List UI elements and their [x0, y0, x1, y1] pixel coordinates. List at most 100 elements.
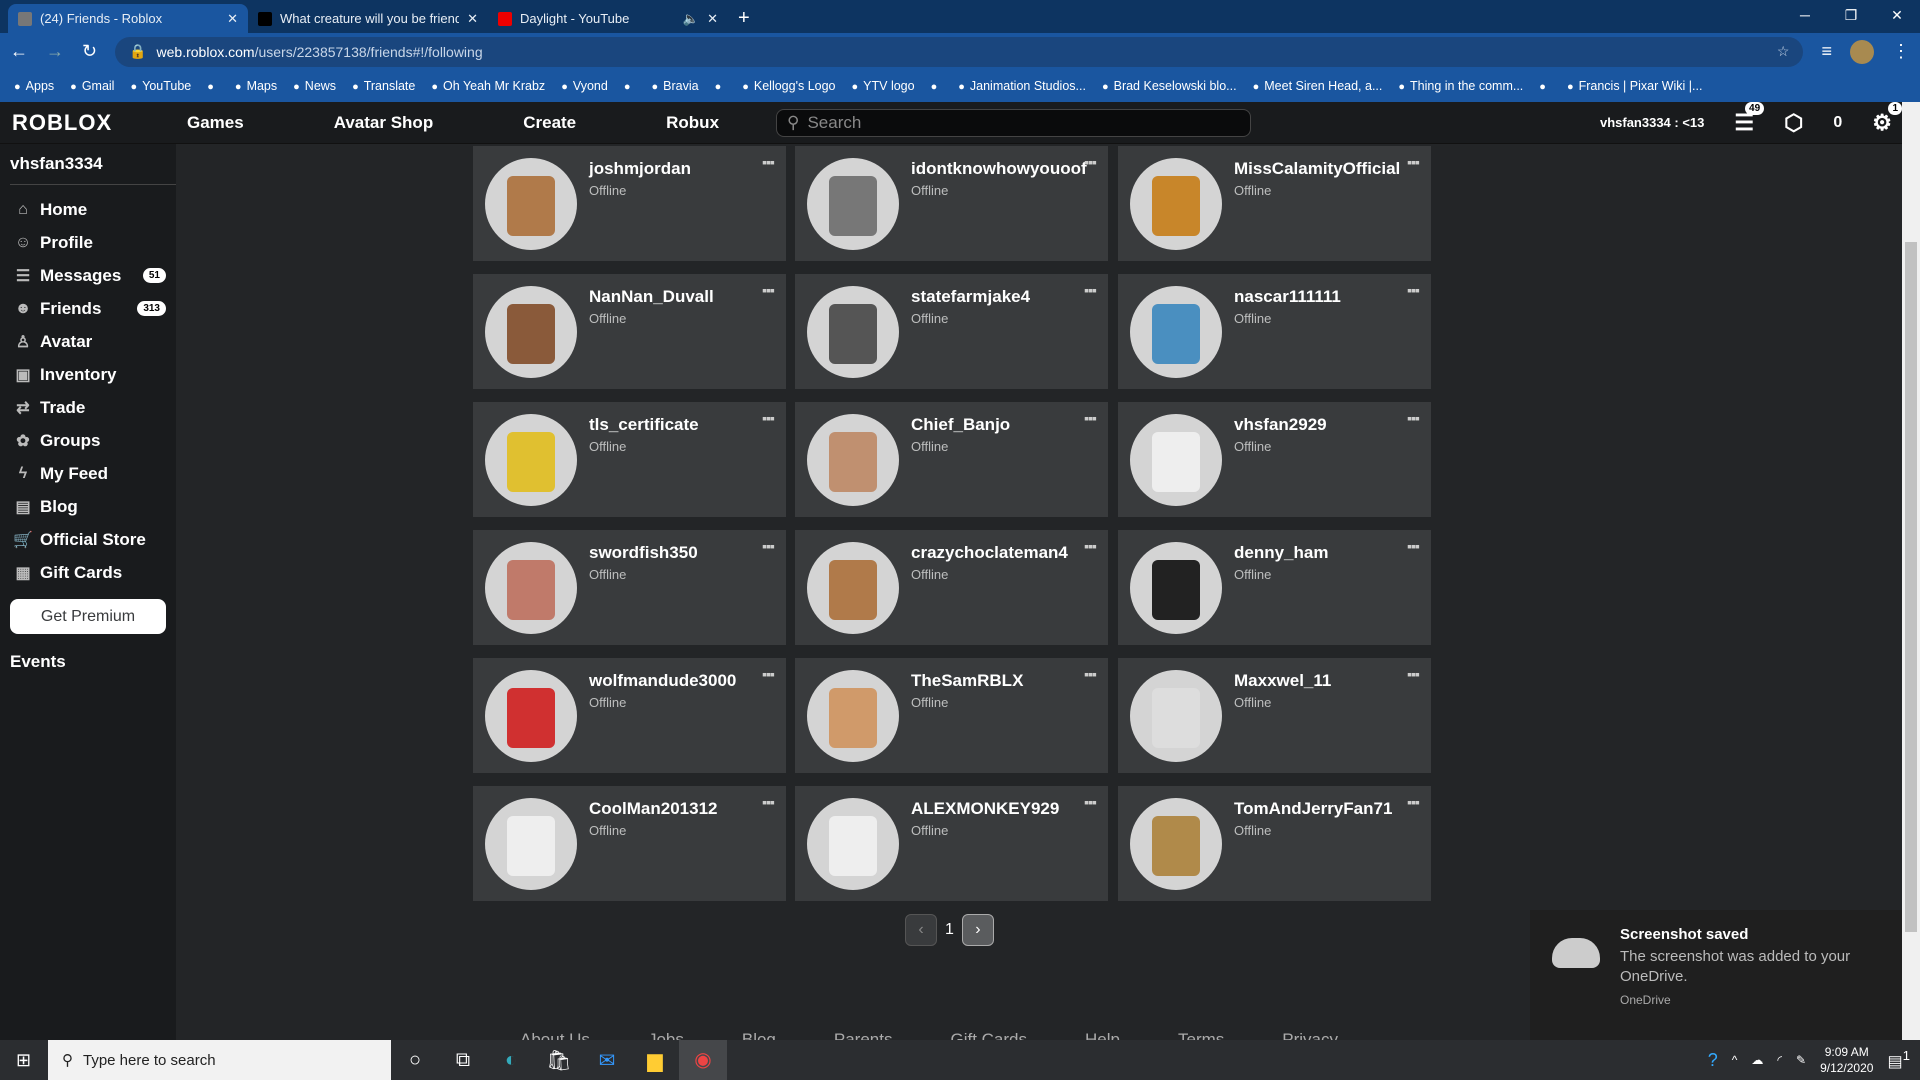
scrollbar-thumb[interactable] [1905, 242, 1917, 932]
more-options-icon[interactable]: ▪▪▪ [762, 666, 775, 682]
sidebar-item-messages[interactable]: ☰ Messages 51 [0, 259, 176, 292]
next-page-button[interactable]: › [961, 914, 994, 946]
friend-card[interactable]: NanNan_Duvall Offline ▪▪▪ [473, 274, 786, 389]
more-options-icon[interactable]: ▪▪▪ [762, 410, 775, 426]
friend-card[interactable]: MissCalamityOfficial Offline ▪▪▪ [1118, 146, 1431, 261]
media-icon[interactable]: ≡ [1821, 41, 1832, 62]
more-options-icon[interactable]: ▪▪▪ [762, 282, 775, 298]
bookmark-item[interactable]: Thing in the comm... [1398, 79, 1523, 93]
more-options-icon[interactable]: ▪▪▪ [1084, 666, 1097, 682]
reload-icon[interactable]: ↻ [82, 41, 97, 62]
friend-card[interactable]: statefarmjake4 Offline ▪▪▪ [795, 274, 1108, 389]
avatar[interactable] [485, 542, 577, 634]
friend-name[interactable]: swordfish350 [589, 543, 698, 563]
more-options-icon[interactable]: ▪▪▪ [1084, 794, 1097, 810]
file-explorer-icon[interactable]: ▆ [631, 1048, 679, 1073]
friend-card[interactable]: vhsfan2929 Offline ▪▪▪ [1118, 402, 1431, 517]
chrome-icon[interactable]: ◉ [679, 1040, 727, 1080]
friend-card[interactable]: nascar111111 Offline ▪▪▪ [1118, 274, 1431, 389]
more-options-icon[interactable]: ▪▪▪ [762, 794, 775, 810]
bookmark-item[interactable]: Translate [352, 79, 416, 93]
friend-card[interactable]: joshmjordan Offline ▪▪▪ [473, 146, 786, 261]
nav-create[interactable]: Create [523, 113, 576, 133]
friend-card[interactable]: ALEXMONKEY929 Offline ▪▪▪ [795, 786, 1108, 901]
scrollbar[interactable] [1902, 102, 1920, 1040]
friend-name[interactable]: MissCalamityOfficial [1234, 159, 1400, 179]
notifications-icon[interactable]: ▤1 [1887, 1048, 1910, 1071]
close-tab-icon[interactable]: ✕ [227, 11, 238, 27]
friend-name[interactable]: idontknowhowyouoof [911, 159, 1087, 179]
sidebar-item-avatar[interactable]: ♙ Avatar [0, 325, 176, 358]
bookmark-item[interactable]: News [293, 79, 336, 93]
sidebar-item-friends[interactable]: ☻ Friends 313 [0, 292, 176, 325]
bookmark-item[interactable]: Vyond [561, 79, 608, 93]
edge-icon[interactable]: ◐ [487, 1049, 535, 1072]
more-options-icon[interactable]: ▪▪▪ [1084, 154, 1097, 170]
nav-games[interactable]: Games [187, 113, 244, 133]
restore-button[interactable]: ❐ [1828, 0, 1874, 30]
sidebar-item-my-feed[interactable]: ϟ My Feed [0, 457, 176, 490]
audio-icon[interactable]: 🔈 [683, 11, 699, 27]
tab-friends-roblox[interactable]: (24) Friends - Roblox ✕ [8, 4, 248, 33]
friend-name[interactable]: Chief_Banjo [911, 415, 1010, 435]
bookmark-item[interactable] [715, 79, 727, 93]
tab-daylight-youtube[interactable]: Daylight - YouTube 🔈 ✕ [488, 4, 728, 33]
windows-start-icon[interactable]: ⊞ [16, 1050, 31, 1071]
store-icon[interactable]: 🛍 [535, 1048, 583, 1073]
bookmark-item[interactable]: YTV logo [852, 79, 914, 93]
username-age[interactable]: vhsfan3334 : <13 [1600, 115, 1704, 130]
friend-card[interactable]: Chief_Banjo Offline ▪▪▪ [795, 402, 1108, 517]
bookmark-item[interactable]: Kellogg's Logo [742, 79, 836, 93]
bookmark-item[interactable]: YouTube [130, 79, 191, 93]
taskbar-search-input[interactable]: ⚲ Type here to search [48, 1040, 391, 1080]
friend-name[interactable]: ALEXMONKEY929 [911, 799, 1059, 819]
bookmark-item[interactable]: Maps [235, 79, 278, 93]
gear-icon[interactable]: ⚙ 1 [1872, 101, 1902, 136]
more-options-icon[interactable]: ▪▪▪ [1084, 538, 1097, 554]
friend-name[interactable]: joshmjordan [589, 159, 691, 179]
sidebar-item-home[interactable]: ⌂ Home [0, 193, 176, 226]
avatar[interactable] [807, 414, 899, 506]
bookmark-item[interactable]: Brad Keselowski blo... [1102, 79, 1237, 93]
avatar[interactable] [1130, 286, 1222, 378]
avatar[interactable] [807, 286, 899, 378]
bookmark-item[interactable]: Janimation Studios... [958, 79, 1086, 93]
bookmark-item[interactable]: Gmail [70, 79, 115, 93]
minimize-button[interactable]: ─ [1782, 0, 1828, 30]
avatar[interactable] [807, 542, 899, 634]
bookmark-item[interactable]: Apps [14, 79, 55, 93]
friend-name[interactable]: CoolMan201312 [589, 799, 718, 819]
friend-name[interactable]: NanNan_Duvall [589, 287, 714, 307]
friend-card[interactable]: wolfmandude3000 Offline ▪▪▪ [473, 658, 786, 773]
close-tab-icon[interactable]: ✕ [707, 11, 718, 27]
friend-card[interactable]: swordfish350 Offline ▪▪▪ [473, 530, 786, 645]
bookmark-item[interactable] [207, 79, 219, 93]
task-view-icon[interactable]: ⧉ [439, 1049, 487, 1072]
more-options-icon[interactable]: ▪▪▪ [1407, 538, 1420, 554]
avatar[interactable] [485, 158, 577, 250]
avatar[interactable] [485, 798, 577, 890]
friend-name[interactable]: tls_certificate [589, 415, 699, 435]
star-icon[interactable]: ☆ [1777, 43, 1790, 60]
friend-card[interactable]: denny_ham Offline ▪▪▪ [1118, 530, 1431, 645]
cortana-icon[interactable]: ○ [391, 1049, 439, 1072]
sidebar-item-profile[interactable]: ☺ Profile [0, 226, 176, 259]
friend-name[interactable]: statefarmjake4 [911, 287, 1030, 307]
friend-name[interactable]: nascar111111 [1234, 287, 1341, 307]
avatar[interactable] [1130, 798, 1222, 890]
robux-icon[interactable]: ⬡ [1784, 110, 1803, 136]
friend-card[interactable]: Maxxwel_11 Offline ▪▪▪ [1118, 658, 1431, 773]
avatar[interactable] [807, 670, 899, 762]
tab-creature-quiz[interactable]: What creature will you be friends ✕ [248, 4, 488, 33]
sidebar-item-gift-cards[interactable]: ▦ Gift Cards [0, 556, 176, 589]
friend-name[interactable]: wolfmandude3000 [589, 671, 736, 691]
friend-name[interactable]: TheSamRBLX [911, 671, 1023, 691]
get-premium-button[interactable]: Get Premium [10, 599, 166, 634]
roblox-logo[interactable]: ROBLOX [12, 110, 187, 136]
help-icon[interactable]: ? [1708, 1050, 1718, 1071]
forward-icon[interactable]: → [46, 41, 64, 62]
more-options-icon[interactable]: ▪▪▪ [1407, 154, 1420, 170]
search-input[interactable]: ⚲ Search [776, 108, 1251, 137]
messages-icon[interactable]: ☰ 49 [1734, 101, 1765, 136]
new-tab-button[interactable]: + [728, 4, 760, 33]
